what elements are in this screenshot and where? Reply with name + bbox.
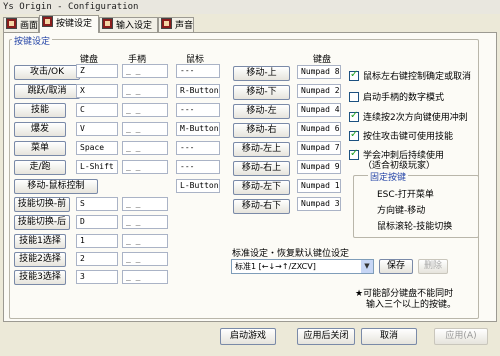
gamepad-field-skill-prev[interactable]: _ _ — [122, 197, 168, 211]
chevron-down-icon[interactable]: ▼ — [361, 260, 373, 273]
option-gamepad-digital[interactable]: 启动手柄的数字模式 — [349, 90, 444, 103]
action-button-walk-run[interactable]: 走/跑 — [14, 160, 66, 175]
action-button-attack[interactable]: 攻击/OK — [14, 65, 80, 80]
move-button-down[interactable]: 移动-下 — [233, 85, 290, 100]
checkbox-icon — [349, 110, 359, 122]
move-button-down-right[interactable]: 移动-右下 — [233, 199, 290, 214]
fixed-key-item: 鼠标滚轮-技能切换 — [377, 222, 453, 232]
gamepad-field-attack[interactable]: _ _ — [122, 64, 168, 78]
move-field-right[interactable]: Numpad 6 — [297, 122, 341, 136]
tab-key-settings[interactable]: 按键设定 — [39, 15, 99, 33]
checkbox-icon — [349, 148, 359, 160]
keyboard-field-menu[interactable]: Space — [76, 141, 118, 155]
fixed-key-item: ESC-打开菜单 — [377, 190, 434, 200]
mouse-field-jump[interactable]: R-Button — [176, 84, 220, 98]
keyboard-field-walk-run[interactable]: L-Shift — [76, 160, 118, 174]
gamepad-field-jump[interactable]: _ _ — [122, 84, 168, 98]
apply-close-button[interactable]: 应用后关闭 — [297, 328, 355, 345]
column-keyboard-move: 键盘 — [313, 55, 332, 65]
cancel-button[interactable]: 取消 — [361, 328, 417, 345]
action-button-skill3[interactable]: 技能3选择 — [14, 270, 66, 285]
note-line-2: 输入三个以上的按键。 — [366, 300, 457, 310]
mouse-field-walk-run[interactable]: --- — [176, 160, 220, 174]
fixed-keys-title: 固定按键 — [368, 170, 409, 183]
group-title: 按键设定 — [12, 34, 53, 47]
checkbox-icon — [349, 69, 359, 81]
apply-button[interactable]: 应用(A) — [434, 328, 488, 345]
checkbox-icon — [349, 129, 359, 141]
preset-title: 标准设定・恢复默认键位设定 — [232, 249, 350, 259]
move-field-left[interactable]: Numpad 4 — [297, 103, 341, 117]
keyboard-field-burst[interactable]: V — [76, 122, 118, 136]
action-button-skill2[interactable]: 技能2选择 — [14, 252, 66, 267]
checkbox-icon — [349, 92, 359, 102]
gamepad-field-skill2[interactable]: _ _ — [122, 252, 168, 266]
move-field-up-left[interactable]: Numpad 7 — [297, 141, 341, 155]
option-double-tap-dash[interactable]: 连续按2次方向键使用冲刺 — [349, 110, 468, 123]
preset-select[interactable]: 标准1 [←↓→↑/ZXCV] ▼ — [231, 259, 374, 274]
save-button[interactable]: 保存 — [379, 259, 413, 274]
gamepad-field-menu[interactable]: _ _ — [122, 141, 168, 155]
fixed-key-item: 方向键-移动 — [377, 206, 426, 216]
action-button-skill-next[interactable]: 技能切换-后 — [14, 215, 70, 230]
move-field-up-right[interactable]: Numpad 9 — [297, 160, 341, 174]
launch-game-button[interactable]: 启动游戏 — [220, 328, 276, 345]
gamepad-field-walk-run[interactable]: _ _ — [122, 160, 168, 174]
keyboard-field-skill2[interactable]: 2 — [76, 252, 118, 266]
mouse-field-skill[interactable]: --- — [176, 103, 220, 117]
config-window: Ys Origin - Configuration 画面 按键设定 输入设定 声… — [0, 0, 500, 356]
keyboard-icon — [42, 16, 53, 27]
gamepad-field-skill[interactable]: _ _ — [122, 103, 168, 117]
move-button-up-left[interactable]: 移动-左上 — [233, 142, 290, 157]
action-button-mouse-move[interactable]: 移动-鼠标控制 — [14, 179, 98, 194]
tab-input-settings[interactable]: 输入设定 — [99, 17, 158, 32]
keyboard-field-skill3[interactable]: 3 — [76, 270, 118, 284]
option-hold-attack-skill[interactable]: 按住攻击键可使用技能 — [349, 129, 453, 142]
keyboard-field-skill-prev[interactable]: S — [76, 197, 118, 211]
move-button-down-left[interactable]: 移动-左下 — [233, 180, 290, 195]
move-field-down[interactable]: Numpad 2 — [297, 84, 341, 98]
mouse-field-mouse-move[interactable]: L-Button — [176, 179, 220, 193]
move-button-up-right[interactable]: 移动-右上 — [233, 161, 290, 176]
move-field-down-right[interactable]: Numpad 3 — [297, 197, 341, 211]
gamepad-field-skill1[interactable]: _ _ — [122, 234, 168, 248]
mouse-field-burst[interactable]: M-Button — [176, 122, 220, 136]
move-button-up[interactable]: 移动-上 — [233, 66, 290, 81]
action-button-skill-prev[interactable]: 技能切换-前 — [14, 197, 70, 212]
tab-display[interactable]: 画面 — [3, 17, 39, 32]
gamepad-icon — [102, 18, 113, 29]
tab-sound[interactable]: 声音 — [158, 17, 194, 32]
action-button-burst[interactable]: 爆发 — [14, 122, 66, 137]
move-field-down-left[interactable]: Numpad 1 — [297, 179, 341, 193]
keyboard-field-attack[interactable]: Z — [76, 64, 118, 78]
action-button-skill1[interactable]: 技能1选择 — [14, 234, 66, 249]
action-button-menu[interactable]: 菜单 — [14, 141, 66, 156]
option-mouse-confirm-cancel[interactable]: 鼠标左右键控制确定或取消 — [349, 69, 471, 82]
mouse-field-attack[interactable]: --- — [176, 64, 220, 78]
window-title: Ys Origin - Configuration — [0, 0, 500, 14]
keyboard-field-skill[interactable]: C — [76, 103, 118, 117]
move-field-up[interactable]: Numpad 8 — [297, 65, 341, 79]
gamepad-field-skill3[interactable]: _ _ — [122, 270, 168, 284]
action-button-jump[interactable]: 跳跃/取消 — [14, 84, 80, 99]
keyboard-field-skill-next[interactable]: D — [76, 215, 118, 229]
gamepad-field-skill-next[interactable]: _ _ — [122, 215, 168, 229]
speaker-icon — [161, 18, 172, 29]
keyboard-field-skill1[interactable]: 1 — [76, 234, 118, 248]
delete-button[interactable]: 删除 — [418, 259, 448, 274]
action-button-skill[interactable]: 技能 — [14, 103, 66, 118]
gamepad-field-burst[interactable]: _ _ — [122, 122, 168, 136]
move-button-right[interactable]: 移动-右 — [233, 123, 290, 138]
move-button-left[interactable]: 移动-左 — [233, 104, 290, 119]
keyboard-field-jump[interactable]: X — [76, 84, 118, 98]
mouse-field-menu[interactable]: --- — [176, 141, 220, 155]
display-icon — [6, 18, 17, 29]
